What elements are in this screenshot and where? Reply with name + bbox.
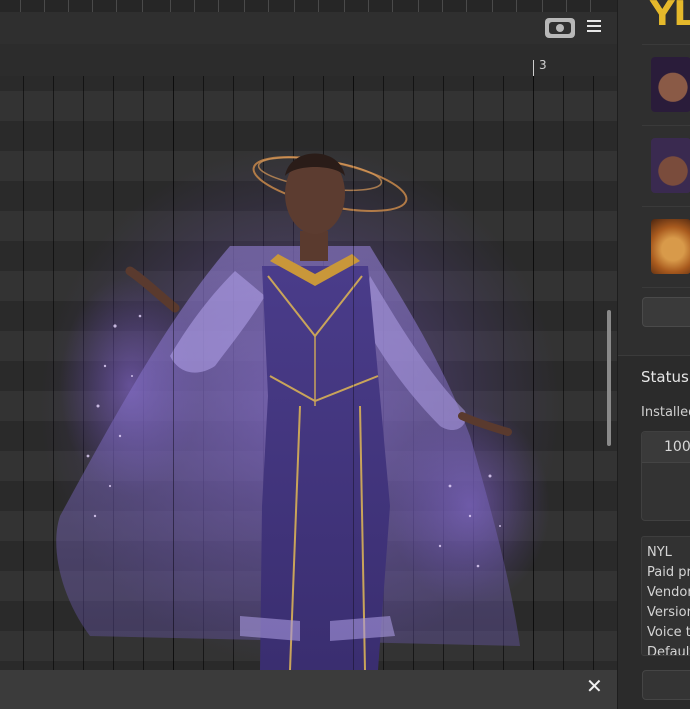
voicebank-item-3[interactable] xyxy=(642,207,690,288)
voicebank-action-button[interactable] xyxy=(642,297,690,327)
bottom-panel-bar: ✕ xyxy=(0,670,617,709)
measure-marker xyxy=(533,60,534,76)
logo-text: YL xyxy=(650,0,690,34)
measure-number: 3 xyxy=(539,58,547,72)
status-action-button[interactable] xyxy=(642,670,690,700)
voicebank-list: YL xyxy=(618,0,690,356)
installed-label: Installed xyxy=(641,405,690,420)
character-artwork xyxy=(40,146,560,670)
info-line: Paid pr xyxy=(647,565,690,580)
info-line: Default xyxy=(647,645,690,656)
vertical-scrollbar[interactable] xyxy=(607,310,611,446)
camera-icon[interactable] xyxy=(545,18,575,38)
status-heading: Status xyxy=(641,368,689,386)
timeline-marker-row: 3 xyxy=(0,44,617,76)
installed-progress-field[interactable]: 100 xyxy=(642,432,690,463)
info-line: Voice t xyxy=(647,625,690,640)
info-line: NYL xyxy=(647,545,672,560)
voicebank-info-box[interactable]: NYL Paid pr Vendor Version Voice t Defau… xyxy=(641,536,690,656)
info-line: Version xyxy=(647,605,690,620)
hamburger-menu-icon[interactable] xyxy=(587,20,601,36)
voicebank-item-2[interactable] xyxy=(642,126,690,207)
voicebank-item-1[interactable] xyxy=(642,45,690,126)
editor-toolbar xyxy=(0,12,617,44)
voicebank-panel: YL Status Installed 100 NYL Paid pr Vend… xyxy=(618,0,690,709)
close-icon[interactable]: ✕ xyxy=(586,676,603,696)
avatar xyxy=(651,57,690,112)
info-line: Vendor xyxy=(647,585,690,600)
voicebank-logo[interactable]: YL xyxy=(642,0,690,45)
avatar xyxy=(651,219,690,274)
avatar xyxy=(651,138,690,193)
installed-box: 100 xyxy=(641,431,690,521)
piano-roll-grid[interactable] xyxy=(0,76,617,670)
installed-value: 100 xyxy=(664,439,690,455)
